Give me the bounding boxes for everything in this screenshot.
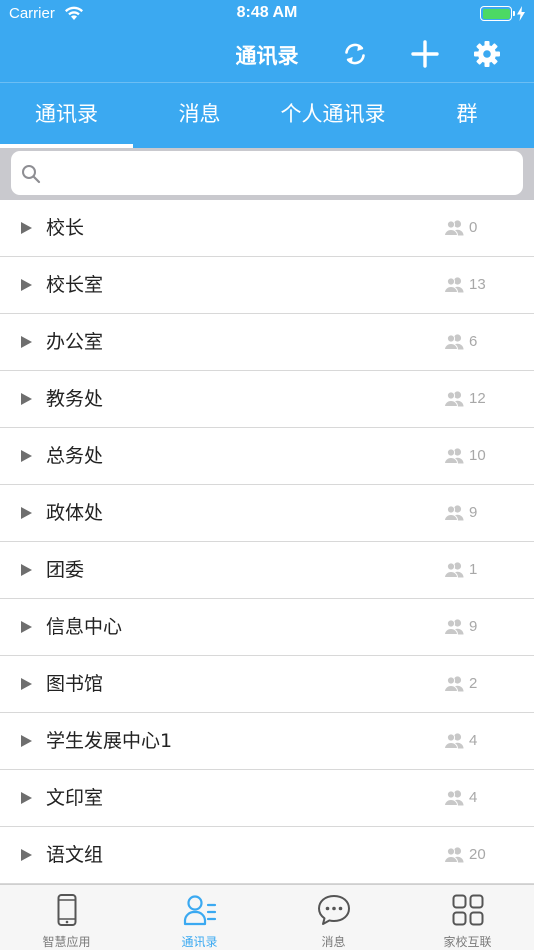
people-icon bbox=[443, 732, 464, 749]
expand-arrow-icon[interactable] bbox=[21, 222, 32, 234]
tab-label: 群 bbox=[456, 102, 478, 126]
search-field[interactable] bbox=[11, 151, 523, 195]
page-title: 通讯录 bbox=[235, 44, 299, 68]
expand-arrow-icon[interactable] bbox=[21, 792, 32, 804]
group-row[interactable]: 总务处 10 bbox=[0, 428, 534, 485]
people-icon bbox=[443, 333, 464, 350]
group-name: 学生发展中心1 bbox=[46, 730, 173, 752]
tab-label: 通讯录 bbox=[35, 102, 98, 126]
search-input[interactable] bbox=[51, 151, 511, 195]
group-row[interactable]: 文印室 4 bbox=[0, 770, 534, 827]
member-count: 13 bbox=[469, 276, 486, 293]
status-time: 8:48 AM bbox=[236, 4, 298, 21]
group-row[interactable]: 教务处 12 bbox=[0, 371, 534, 428]
charging-bolt-icon bbox=[517, 6, 525, 21]
group-row[interactable]: 办公室 6 bbox=[0, 314, 534, 371]
people-icon bbox=[443, 447, 464, 464]
member-count: 4 bbox=[469, 789, 478, 806]
people-icon bbox=[443, 219, 464, 236]
expand-arrow-icon[interactable] bbox=[21, 336, 32, 348]
tabbar-label: 家校互联 bbox=[443, 935, 492, 949]
tab-groups[interactable]: 群 bbox=[400, 83, 534, 148]
expand-arrow-icon[interactable] bbox=[21, 507, 32, 519]
refresh-icon[interactable] bbox=[341, 40, 369, 68]
group-row[interactable]: 校长 0 bbox=[0, 200, 534, 257]
people-icon bbox=[443, 390, 464, 407]
group-row[interactable]: 信息中心 9 bbox=[0, 599, 534, 656]
tab-messages[interactable]: 消息 bbox=[133, 83, 266, 148]
battery-icon bbox=[480, 6, 512, 21]
group-row[interactable]: 团委 1 bbox=[0, 542, 534, 599]
tabbar-label: 智慧应用 bbox=[42, 935, 91, 949]
group-name: 语文组 bbox=[46, 844, 104, 866]
tabbar-item-home-school[interactable]: 家校互联 bbox=[401, 885, 534, 950]
group-name: 教务处 bbox=[46, 388, 104, 410]
contact-group-list: 校长 0 校长室 13 办公室 6 教务处 12 总务处 10 政体处 9 团委 1 信息中心 9 图书馆 2 学生… bbox=[0, 200, 534, 884]
tab-contacts[interactable]: 通讯录 bbox=[0, 83, 133, 148]
tabbar-item-messages[interactable]: 消息 bbox=[267, 885, 400, 950]
people-icon bbox=[443, 789, 464, 806]
member-count: 9 bbox=[469, 504, 478, 521]
people-icon bbox=[443, 276, 464, 293]
tabbar-item-contacts[interactable]: 通讯录 bbox=[133, 885, 266, 950]
nav-bar: 通讯录 bbox=[0, 28, 534, 82]
group-row[interactable]: 语文组 20 bbox=[0, 827, 534, 884]
bottom-tab-bar: 智慧应用 通讯录 消息 家校互联 bbox=[0, 884, 534, 950]
member-count: 2 bbox=[469, 675, 478, 692]
group-name: 政体处 bbox=[46, 502, 104, 524]
tabbar-label: 通讯录 bbox=[181, 935, 218, 949]
group-name: 信息中心 bbox=[46, 616, 123, 638]
member-count: 20 bbox=[469, 846, 486, 863]
contacts-icon bbox=[183, 895, 216, 926]
tab-label: 个人通讯录 bbox=[280, 102, 386, 126]
people-icon bbox=[443, 846, 464, 863]
people-icon bbox=[443, 618, 464, 635]
expand-arrow-icon[interactable] bbox=[21, 450, 32, 462]
group-row[interactable]: 政体处 9 bbox=[0, 485, 534, 542]
tab-label: 消息 bbox=[178, 102, 221, 126]
group-name: 校长 bbox=[46, 217, 85, 239]
tabbar-item-smart-apps[interactable]: 智慧应用 bbox=[0, 885, 133, 950]
search-bar bbox=[0, 148, 534, 200]
expand-arrow-icon[interactable] bbox=[21, 735, 32, 747]
tab-personal-contacts[interactable]: 个人通讯录 bbox=[266, 83, 400, 148]
member-count: 6 bbox=[469, 333, 478, 350]
status-bar: Carrier 8:48 AM bbox=[0, 0, 534, 28]
group-row[interactable]: 校长室 13 bbox=[0, 257, 534, 314]
group-row[interactable]: 学生发展中心1 4 bbox=[0, 713, 534, 770]
segment-tabs: 通讯录 消息 个人通讯录 群 bbox=[0, 83, 534, 148]
group-name: 校长室 bbox=[46, 274, 104, 296]
expand-arrow-icon[interactable] bbox=[21, 393, 32, 405]
member-count: 0 bbox=[469, 219, 478, 236]
expand-arrow-icon[interactable] bbox=[21, 564, 32, 576]
member-count: 9 bbox=[469, 618, 478, 635]
gear-icon[interactable] bbox=[473, 40, 501, 68]
app-header: Carrier 8:48 AM 通讯录 通讯录 消息 个人通讯录 群 bbox=[0, 0, 534, 148]
tabbar-label: 消息 bbox=[321, 935, 346, 949]
member-count: 12 bbox=[469, 390, 486, 407]
expand-arrow-icon[interactable] bbox=[21, 279, 32, 291]
people-icon bbox=[443, 675, 464, 692]
group-name: 办公室 bbox=[46, 331, 104, 353]
member-count: 10 bbox=[469, 447, 486, 464]
expand-arrow-icon[interactable] bbox=[21, 621, 32, 633]
chat-bubble-icon bbox=[317, 895, 350, 925]
group-name: 图书馆 bbox=[46, 673, 104, 695]
battery-tip bbox=[513, 11, 515, 16]
people-icon bbox=[443, 561, 464, 578]
phone-icon bbox=[57, 894, 76, 926]
search-icon bbox=[22, 165, 41, 184]
group-row[interactable]: 图书馆 2 bbox=[0, 656, 534, 713]
plus-icon[interactable] bbox=[411, 40, 439, 68]
group-name: 总务处 bbox=[46, 445, 104, 467]
grid-icon bbox=[452, 894, 483, 926]
group-name: 文印室 bbox=[46, 787, 104, 809]
expand-arrow-icon[interactable] bbox=[21, 678, 32, 690]
member-count: 1 bbox=[469, 561, 478, 578]
expand-arrow-icon[interactable] bbox=[21, 849, 32, 861]
people-icon bbox=[443, 504, 464, 521]
member-count: 4 bbox=[469, 732, 478, 749]
group-name: 团委 bbox=[46, 559, 85, 581]
